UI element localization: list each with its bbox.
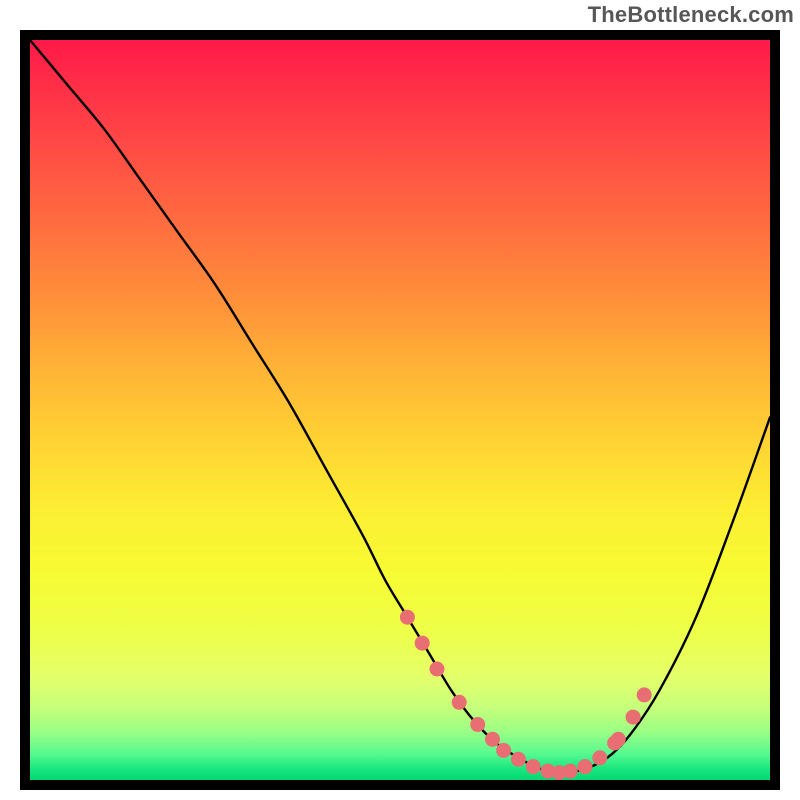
data-marker (626, 710, 641, 725)
data-marker (400, 610, 415, 625)
data-marker (511, 752, 526, 767)
data-marker (637, 687, 652, 702)
chart-frame: TheBottleneck.com (0, 0, 800, 800)
curve-line (30, 40, 770, 773)
chart-svg (30, 40, 770, 780)
attribution-text: TheBottleneck.com (588, 2, 794, 28)
data-marker (592, 750, 607, 765)
data-marker (526, 759, 541, 774)
plot-border (20, 30, 780, 790)
data-marker (563, 764, 578, 779)
data-marker (470, 717, 485, 732)
data-marker (611, 732, 626, 747)
data-marker (430, 662, 445, 677)
data-marker (415, 636, 430, 651)
data-marker (578, 759, 593, 774)
data-marker (485, 732, 500, 747)
data-marker (452, 695, 467, 710)
marker-group (400, 610, 652, 780)
plot-area (30, 40, 770, 780)
data-marker (496, 743, 511, 758)
